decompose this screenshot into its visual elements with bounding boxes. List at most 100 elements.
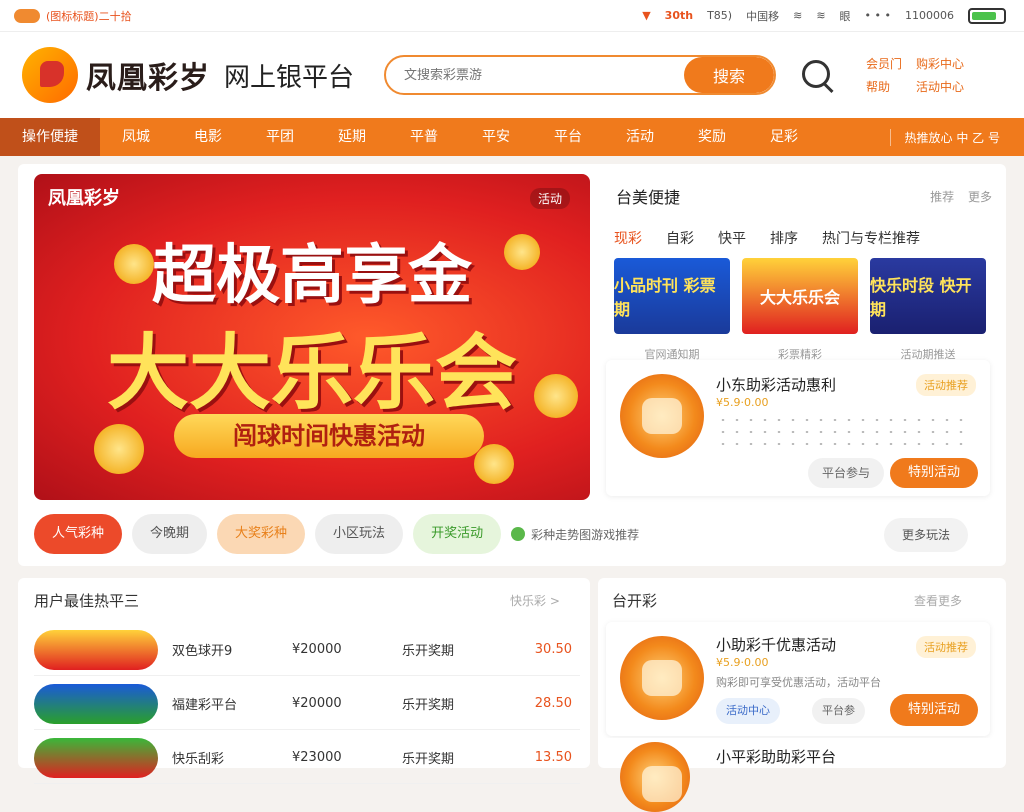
thumb-row: 小品时刊 彩票期 大大乐乐会 快乐时段 快开期 [614, 258, 986, 334]
chip[interactable]: 小区玩法 [315, 514, 404, 554]
nav-item[interactable]: 平普 [388, 118, 460, 156]
search-button[interactable]: 搜索 [684, 57, 775, 93]
header-links: 会员门 购彩中心 帮助 活动中心 [866, 55, 964, 95]
signal-text: 30th [664, 9, 694, 22]
table-row[interactable]: 双色球开9 ¥20000 乐开奖期 30.50 [34, 624, 580, 676]
panel-links: 推荐 更多 [930, 188, 992, 205]
tab-item[interactable]: 热门与专栏推荐 [822, 228, 920, 248]
tab-item[interactable]: 现彩 [614, 228, 642, 248]
lottery-logo [34, 737, 158, 778]
banner-logo: 凤凰彩岁 [48, 188, 120, 209]
green-dot-icon [511, 527, 526, 541]
panel-link[interactable]: 推荐 [930, 190, 954, 204]
chip[interactable]: 人气彩种 [34, 514, 123, 554]
promo-btn-b[interactable]: 平台参 [812, 698, 865, 724]
row-play: 乐开奖期 [402, 698, 455, 713]
search-input[interactable] [386, 67, 685, 83]
header-link[interactable]: 活动中心 [916, 78, 964, 95]
promo-title: 小平彩助助彩平台 [716, 748, 837, 766]
panel-link[interactable]: 更多 [968, 190, 992, 204]
nav-item[interactable]: 凤城 [100, 118, 172, 156]
site-logo[interactable]: 凤凰彩岁 网上银平台 [0, 47, 354, 103]
nav-item[interactable]: 延期 [316, 118, 388, 156]
promo-desc: 购彩即可享受优惠活动，活动平台 [716, 676, 881, 689]
brand-name: 凤凰彩岁 [86, 61, 210, 96]
more-chip[interactable]: 更多玩法 [884, 518, 969, 552]
signal-icon: ▼ [642, 9, 651, 22]
promo-section-more[interactable]: 查看更多 [914, 592, 962, 609]
list-title: 用户最佳热平三 [34, 592, 140, 610]
tab-item[interactable]: 快平 [718, 228, 746, 248]
header-link[interactable]: 会员门 [866, 55, 902, 72]
search-box: 搜索 [384, 55, 777, 95]
reward-badge-icon [620, 636, 704, 720]
game-thumb[interactable]: 小品时刊 彩票期 [614, 258, 730, 334]
battery-icon [968, 7, 1006, 24]
row-amount: ¥23000 [292, 750, 342, 765]
platform-name: 网上银平台 [224, 62, 355, 93]
nav-item[interactable]: 足彩 [748, 118, 820, 156]
promo-section-title: 台开彩 [612, 592, 658, 610]
game-thumb[interactable]: 大大乐乐会 [742, 258, 858, 334]
reward-badge-icon [620, 374, 704, 458]
status-strip: (图标标题)二十拾 ▼ 30th T85) 中国移 ≋ ≋ 眼 • • • 11… [0, 0, 1024, 32]
table-row[interactable]: 快乐刮彩 ¥23000 乐开奖期 13.50 [34, 732, 580, 784]
row-name: 福建彩平台 [172, 698, 238, 713]
tab-item[interactable]: 排序 [770, 228, 798, 248]
nav-item[interactable]: 操作便捷 [0, 118, 100, 156]
promo-title: 小东助彩活动惠利 [716, 376, 837, 394]
promo-card-3[interactable]: 小平彩助助彩平台 [606, 738, 990, 812]
promo-sub: ¥5.9·0.00 [716, 656, 769, 669]
header-link[interactable]: 帮助 [866, 78, 902, 95]
header-link[interactable]: 购彩中心 [916, 55, 964, 72]
phoenix-logo-icon [22, 47, 78, 103]
category-chips: 人气彩种 今晚期 大奖彩种 小区玩法 开奖活动 彩种走势图游戏推荐 [34, 514, 639, 554]
nav-item[interactable]: 平团 [244, 118, 316, 156]
chip-text: 彩种走势图游戏推荐 [531, 527, 640, 542]
banner-ribbon[interactable]: 闯球时间快惠活动 [174, 414, 484, 458]
wifi-icon: ≋ [793, 9, 803, 22]
lottery-logo [34, 683, 158, 724]
wifi-icon-2: ≋ [816, 9, 826, 22]
tab-item[interactable]: 自彩 [666, 228, 694, 248]
nav-item[interactable]: 平安 [460, 118, 532, 156]
site-header: 凤凰彩岁 网上银平台 搜索 会员门 购彩中心 帮助 活动中心 [0, 32, 1024, 118]
row-play: 乐开奖期 [402, 644, 455, 659]
nav-item[interactable]: 活动 [604, 118, 676, 156]
promo-title: 小助彩千优惠活动 [716, 636, 837, 654]
promo-card[interactable]: 小助彩千优惠活动 ¥5.9·0.00 购彩即可享受优惠活动，活动平台 活动推荐 … [606, 622, 990, 736]
nav-item[interactable]: 平台 [532, 118, 604, 156]
carrier-text: 中国移 [746, 9, 780, 23]
strip-title: (图标标题)二十拾 [46, 9, 132, 23]
promo-banner[interactable]: 凤凰彩岁 活动 超极高享金 大大乐乐会 闯球时间快惠活动 [34, 174, 590, 500]
small-logo-icon [14, 8, 40, 23]
reward-badge-icon [620, 742, 690, 812]
row-price: 13.50 [534, 750, 572, 765]
search-icon[interactable] [798, 56, 836, 94]
promo-small-button[interactable]: 平台参与 [808, 458, 885, 488]
list-more[interactable]: 快乐彩 > [510, 592, 560, 609]
promo-btn-a[interactable]: 活动中心 [716, 698, 780, 724]
game-thumb[interactable]: 快乐时段 快开期 [870, 258, 986, 334]
chip[interactable]: 开奖活动 [413, 514, 502, 554]
promo-sub: ¥5.9·0.00 [716, 396, 769, 409]
nav-item[interactable]: 奖励 [676, 118, 748, 156]
promo-tag: 活动推荐 [916, 636, 976, 658]
promo-main-button[interactable]: 特别活动 [889, 694, 978, 726]
nav-item[interactable]: 电影 [172, 118, 244, 156]
promo-main-button[interactable]: 特别活动 [889, 458, 978, 488]
promo-dots [716, 414, 966, 450]
battery-text: 1100006 [905, 9, 954, 22]
promo-tag: 活动推荐 [916, 374, 976, 396]
time-text: T85) [707, 9, 733, 22]
row-play: 乐开奖期 [402, 752, 455, 767]
nav-more[interactable]: 热推放心 中 乙 号 [889, 128, 1024, 146]
table-row[interactable]: 福建彩平台 ¥20000 乐开奖期 28.50 [34, 678, 580, 730]
banner-tag: 活动 [529, 188, 570, 209]
panel-tabs: 现彩 自彩 快平 排序 热门与专栏推荐 [614, 228, 920, 248]
chip[interactable]: 今晚期 [132, 514, 208, 554]
chip[interactable]: 彩种走势图游戏推荐 [511, 526, 639, 543]
chip[interactable]: 大奖彩种 [217, 514, 306, 554]
row-price: 30.50 [534, 642, 572, 657]
promo-card[interactable]: 小东助彩活动惠利 ¥5.9·0.00 活动推荐 平台参与 特别活动 [606, 360, 990, 496]
